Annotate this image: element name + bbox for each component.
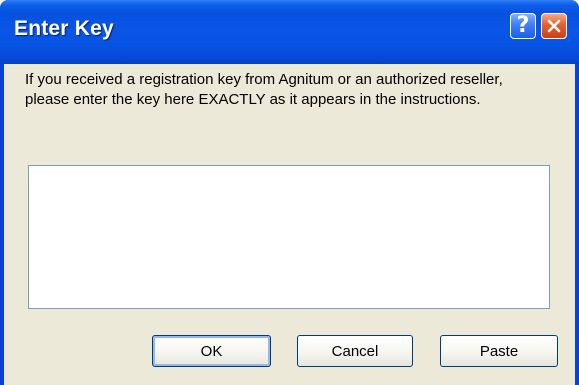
enter-key-dialog: Enter Key ? If you received a registrati… [0, 0, 579, 385]
help-question-icon: ? [516, 13, 530, 38]
close-x-icon [547, 19, 561, 33]
dialog-body: If you received a registration key from … [4, 64, 575, 385]
paste-button[interactable]: Paste [440, 335, 558, 367]
window-title: Enter Key [14, 17, 114, 40]
registration-key-input[interactable] [28, 165, 550, 309]
ok-button[interactable]: OK [152, 335, 271, 367]
cancel-button[interactable]: Cancel [297, 335, 413, 367]
close-button[interactable] [541, 13, 567, 39]
title-bar[interactable]: Enter Key ? [0, 0, 579, 64]
help-button[interactable]: ? [510, 13, 536, 39]
instruction-text: If you received a registration key from … [25, 71, 503, 108]
